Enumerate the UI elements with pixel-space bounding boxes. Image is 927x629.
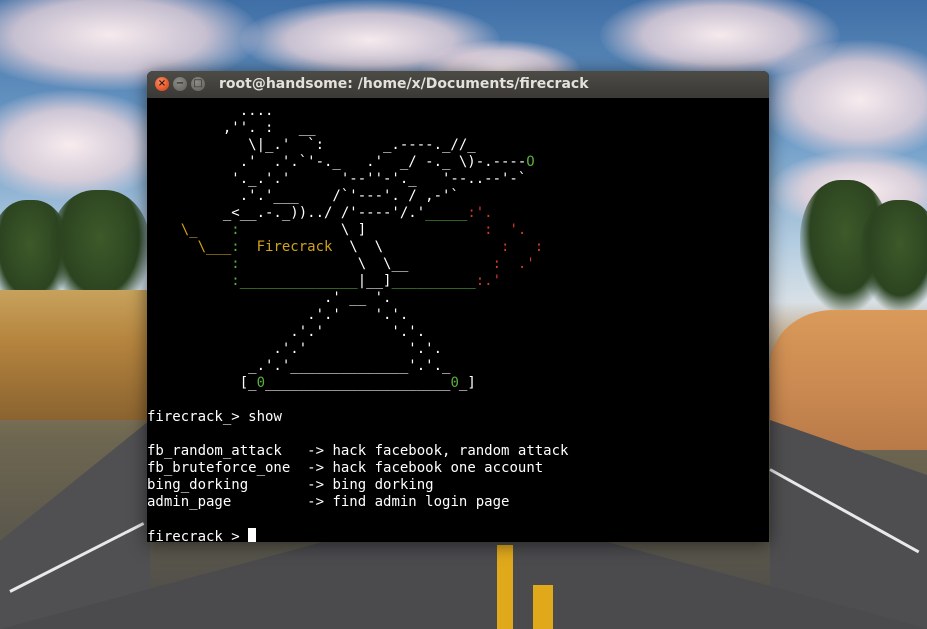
road-center-line bbox=[533, 585, 553, 629]
menu-item-name: bing_dorking bbox=[147, 477, 249, 493]
ascii-banner: .... ,''. : __ \|_.' `: _.----._//_ .' .… bbox=[180, 103, 544, 391]
menu-item-desc: bing dorking bbox=[332, 477, 434, 493]
minimize-button[interactable]: − bbox=[173, 77, 187, 91]
menu-item-arrow: -> bbox=[307, 477, 325, 493]
close-button[interactable]: × bbox=[155, 77, 169, 91]
menu-item-arrow: -> bbox=[307, 460, 325, 476]
window-title: root@handsome: /home/x/Documents/firecra… bbox=[219, 76, 589, 92]
grass bbox=[0, 290, 150, 420]
road-center-line bbox=[497, 545, 513, 629]
maximize-button[interactable]: □ bbox=[191, 77, 205, 91]
menu-item-arrow: -> bbox=[307, 443, 325, 459]
menu-item-desc: hack facebook one account bbox=[332, 460, 544, 476]
menu-item-desc: hack facebook, random attack bbox=[332, 443, 569, 459]
banner-label: Firecrack bbox=[256, 239, 333, 255]
menu-item-desc: find admin login page bbox=[332, 494, 510, 510]
prompt: firecrack_> bbox=[147, 529, 240, 542]
menu-item-arrow: -> bbox=[307, 494, 325, 510]
terminal-output: .... ,''. : __ \|_.' `: _.----._//_ .' .… bbox=[147, 103, 568, 542]
menu-item-name: fb_bruteforce_one bbox=[147, 460, 291, 476]
window-titlebar[interactable]: × − □ root@handsome: /home/x/Documents/f… bbox=[147, 71, 769, 98]
menu-item-name: fb_random_attack bbox=[147, 443, 282, 459]
text-cursor[interactable] bbox=[248, 528, 257, 542]
tree bbox=[860, 200, 927, 310]
entered-command: show bbox=[248, 409, 282, 425]
terminal-area[interactable]: .... ,''. : __ \|_.' `: _.----._//_ .' .… bbox=[147, 98, 769, 542]
cloud bbox=[0, 90, 170, 200]
terminal-window: × − □ root@handsome: /home/x/Documents/f… bbox=[147, 71, 769, 542]
menu-item-name: admin_page bbox=[147, 494, 232, 510]
prompt: firecrack_> bbox=[147, 409, 240, 425]
